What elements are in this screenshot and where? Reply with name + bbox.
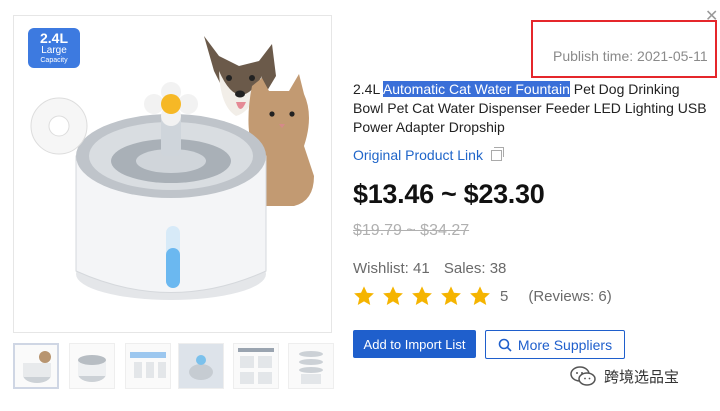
star-icon <box>441 286 461 305</box>
thumbnail[interactable] <box>125 343 171 389</box>
publish-time: Publish time: 2021-05-11 <box>553 48 708 64</box>
original-price-range: $19.79 ~ $34.27 <box>353 222 470 239</box>
watermark-text: 跨境选品宝 <box>604 367 680 386</box>
thumbnail-strip <box>13 343 334 391</box>
badge-line2: Capacity <box>40 57 68 64</box>
badge-size: 2.4L <box>39 30 68 46</box>
product-title: 2.4L Automatic Cat Water Fountain Pet Do… <box>353 80 713 137</box>
wishlist-count: Wishlist: 41 <box>353 260 430 277</box>
sales-count: Sales: 38 <box>443 260 507 277</box>
title-prefix: 2.4L <box>353 81 383 97</box>
original-link-label[interactable]: Original Product Link <box>353 147 483 163</box>
star-icon <box>383 286 403 305</box>
star-icon <box>470 286 490 305</box>
reviews-count: (Reviews: 6) <box>528 287 612 305</box>
star-icon <box>412 286 432 305</box>
more-suppliers-label[interactable]: More Suppliers <box>518 337 612 353</box>
search-icon <box>498 338 512 352</box>
price-range: $13.46 ~ $23.30 <box>353 179 545 209</box>
thumbnail[interactable] <box>233 343 279 389</box>
thumbnail[interactable] <box>13 343 59 389</box>
title-highlight: Automatic Cat Water Fountain <box>382 81 570 97</box>
main-product-image[interactable]: 2.4L Large Capacity <box>13 15 332 333</box>
badge-line1: Large <box>41 45 67 56</box>
more-suppliers-button[interactable]: More Suppliers <box>485 330 625 359</box>
thumbnail[interactable] <box>69 343 115 389</box>
add-to-import-list-button[interactable]: Add to Import List <box>353 330 476 358</box>
thumbnail[interactable] <box>178 343 224 389</box>
wechat-icon <box>570 366 596 386</box>
copy-icon[interactable] <box>490 146 504 161</box>
rating-value: 5 <box>500 287 509 305</box>
product-stats: Wishlist: 41 Sales: 38 <box>353 260 516 277</box>
rating: 5 (Reviews: 6) <box>353 285 612 307</box>
capacity-badge: 2.4L Large Capacity <box>28 28 80 68</box>
watermark: 跨境选品宝 <box>570 365 679 387</box>
star-icon <box>354 286 374 305</box>
thumbnail[interactable] <box>288 343 334 389</box>
original-product-link[interactable]: Original Product Link <box>353 146 504 163</box>
